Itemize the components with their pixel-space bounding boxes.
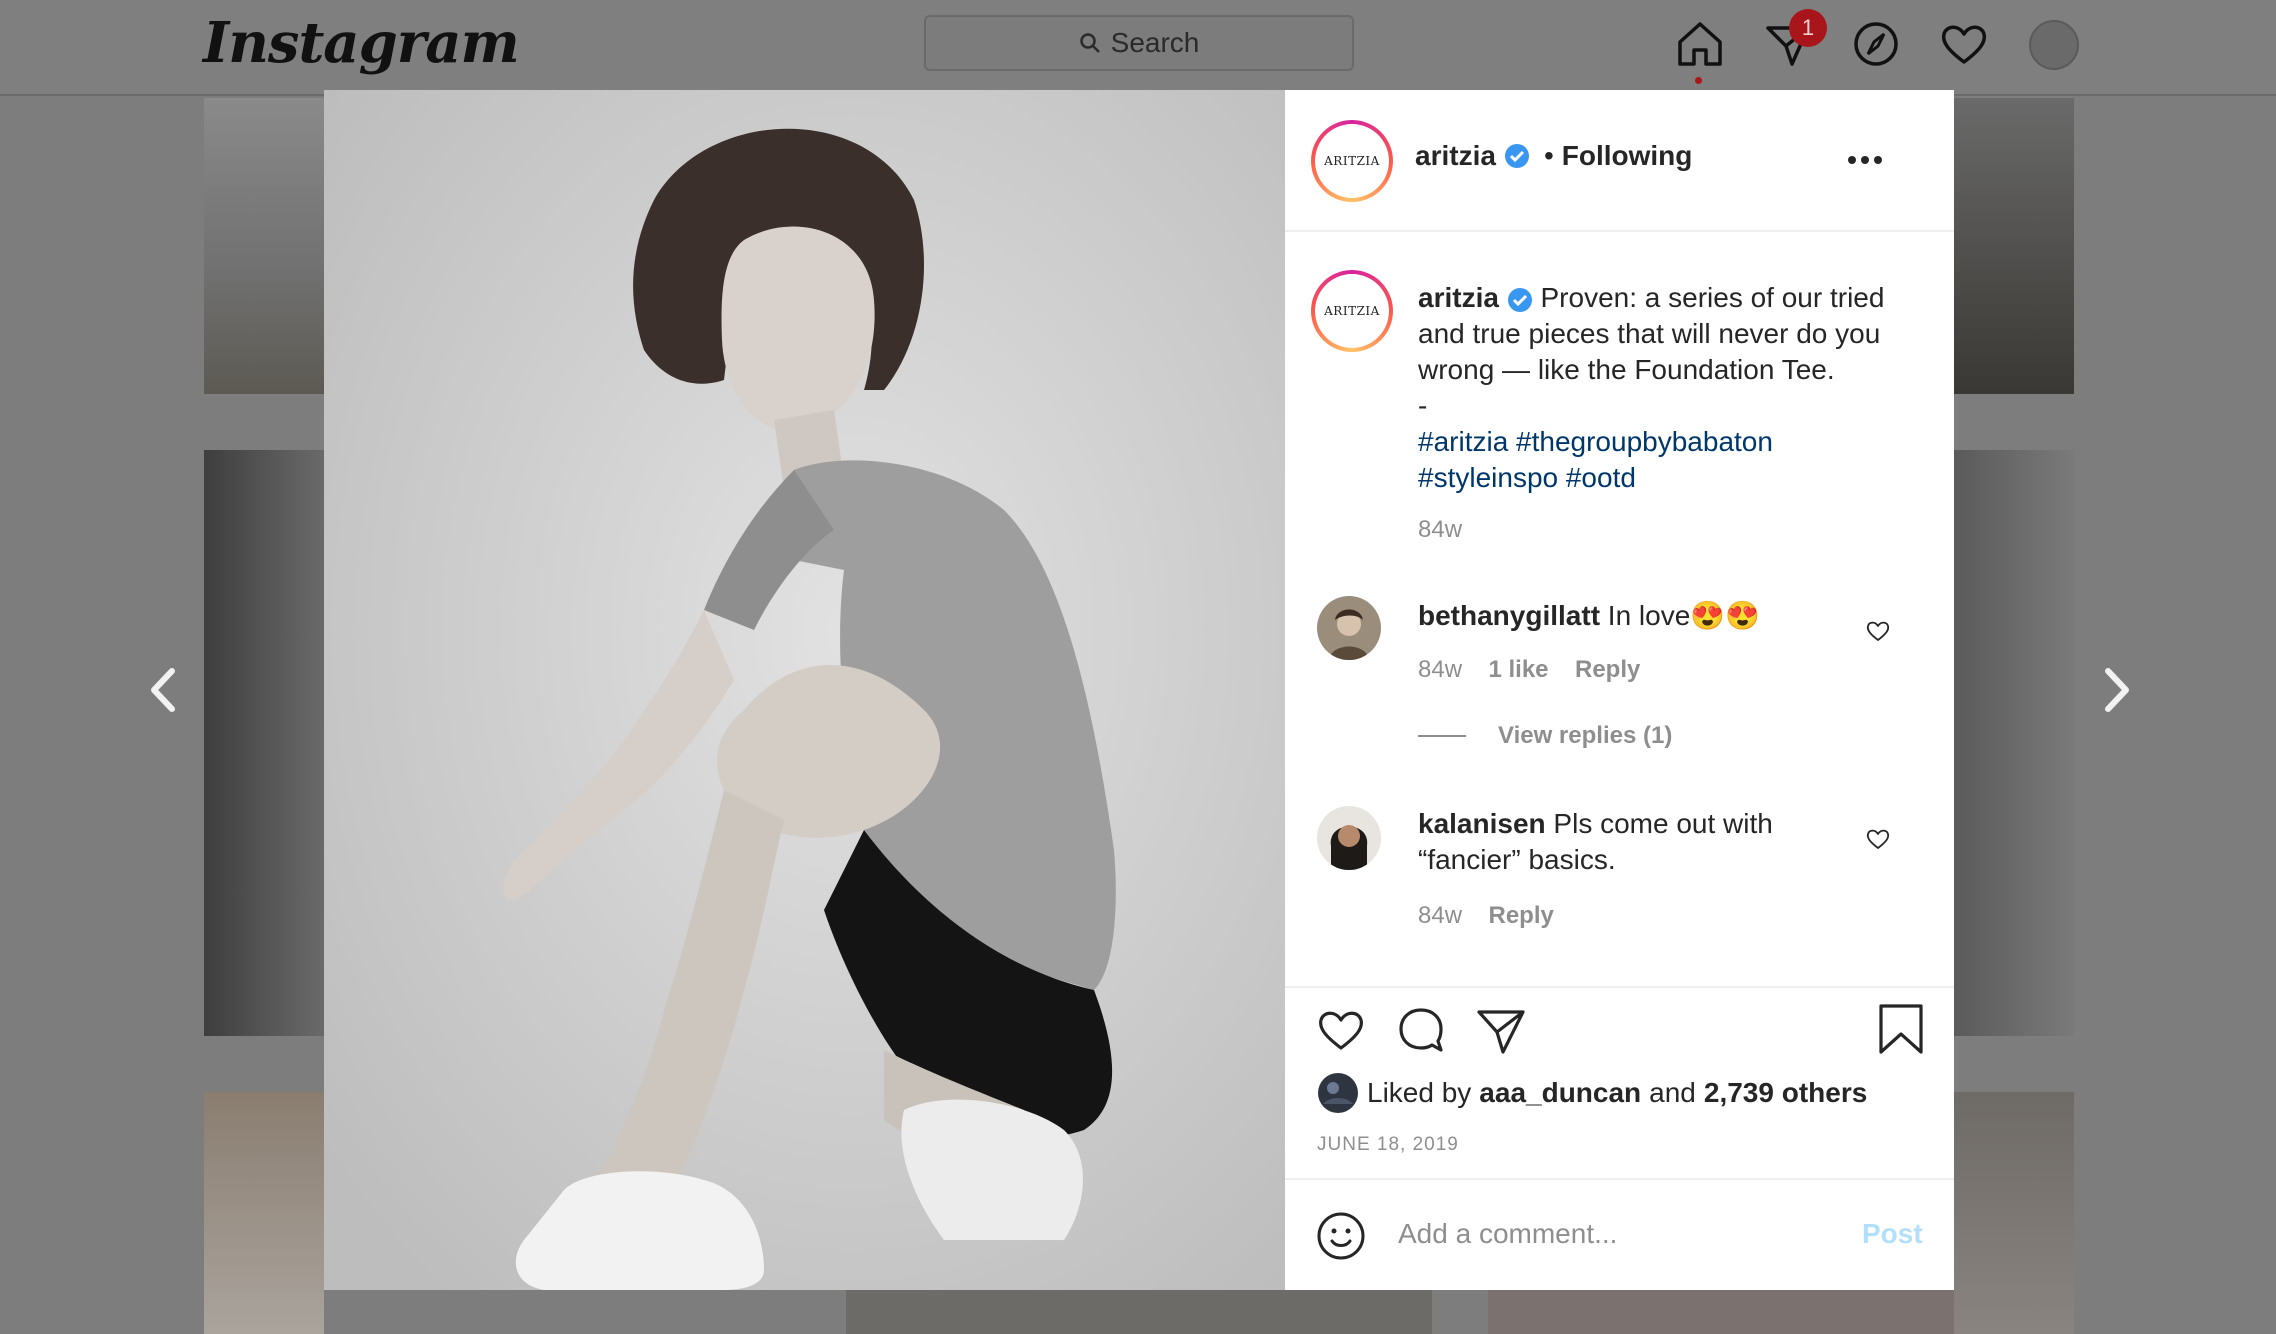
replies-line <box>1418 735 1466 737</box>
caption-text: Proven: a series of our tried <box>1540 282 1885 313</box>
caption-timestamp[interactable]: 84w <box>1418 516 1918 544</box>
search-placeholder: Search <box>1110 27 1200 58</box>
instagram-logo[interactable]: Instagram <box>203 10 520 76</box>
background-grid-tile[interactable] <box>1954 98 2074 394</box>
comment-text: In love😍😍 <box>1607 600 1761 631</box>
caption-avatar[interactable]: ARITZIA <box>1311 270 1393 352</box>
model-photo-illustration <box>324 90 1285 1290</box>
header-username[interactable]: aritzia <box>1415 140 1496 172</box>
background-grid-tile[interactable] <box>846 1290 1432 1334</box>
previous-arrow-icon[interactable] <box>140 665 190 715</box>
caption-text: wrong — like the Foundation Tee. <box>1418 354 1835 385</box>
liked-by-prefix: Liked by <box>1367 1077 1472 1108</box>
avatar-photo <box>1317 806 1381 870</box>
caption-text: - <box>1418 390 1428 421</box>
comment-timestamp[interactable]: 84w <box>1418 902 1462 929</box>
share-paper-plane-icon[interactable] <box>1475 1004 1527 1056</box>
comment-username[interactable]: bethanygillatt <box>1418 600 1600 631</box>
liked-by-others[interactable]: 2,739 others <box>1704 1077 1867 1109</box>
background-grid-tile[interactable] <box>204 1092 324 1334</box>
background-grid-tile[interactable] <box>1954 450 2074 1036</box>
separator-dot: • <box>1543 140 1554 171</box>
add-comment-bar: Add a comment... Post <box>1285 1178 1954 1290</box>
explore-icon[interactable] <box>1850 18 1902 70</box>
comment-username[interactable]: kalanisen <box>1418 808 1546 839</box>
comment-likes[interactable]: 1 like <box>1488 656 1548 683</box>
header-account-row: aritzia • Following <box>1415 140 1692 172</box>
comment-text: Pls come out with <box>1553 808 1773 839</box>
caption-text: and true pieces that will never do you <box>1418 318 1881 349</box>
account-avatar[interactable]: ARITZIA <box>1311 120 1393 202</box>
more-options-icon[interactable] <box>1847 150 1883 170</box>
post-comment-button[interactable]: Post <box>1862 1218 1923 1250</box>
commenter-avatar[interactable] <box>1317 596 1381 660</box>
active-indicator <box>1695 77 1702 84</box>
background-grid-tile[interactable] <box>204 450 324 1036</box>
comment: kalanisen Pls come out with “fancier” ba… <box>1418 806 1888 930</box>
comment-like-heart-icon[interactable] <box>1865 826 1891 852</box>
post-header: ARITZIA aritzia • Following <box>1285 90 1954 232</box>
post-date[interactable]: JUNE 18, 2019 <box>1317 1134 1459 1156</box>
emoji-smiley-icon[interactable] <box>1315 1210 1367 1262</box>
search-box[interactable]: Search <box>924 15 1354 71</box>
follow-status[interactable]: Following <box>1562 140 1693 172</box>
profile-avatar[interactable] <box>2029 20 2079 70</box>
verified-badge-icon <box>1504 144 1529 168</box>
view-replies-button[interactable]: View replies (1) <box>1498 722 1672 750</box>
background-grid-tile[interactable] <box>1488 1290 1954 1334</box>
liked-by-and: and <box>1649 1077 1696 1108</box>
comment-text: “fancier” basics. <box>1418 844 1616 875</box>
post-modal: ARITZIA aritzia • Following ARITZIA arit… <box>324 90 1954 1290</box>
comment-like-heart-icon[interactable] <box>1865 618 1891 644</box>
search-icon <box>1079 33 1100 53</box>
avatar-photo <box>1317 596 1381 660</box>
like-heart-icon[interactable] <box>1315 1004 1367 1056</box>
next-arrow-icon[interactable] <box>2090 665 2140 715</box>
comment: bethanygillatt In love😍😍 84w 1 like Repl… <box>1418 598 1888 750</box>
home-icon[interactable] <box>1674 18 1726 70</box>
post-side-panel: ARITZIA aritzia • Following ARITZIA arit… <box>1285 90 1954 1290</box>
comment-input[interactable]: Add a comment... <box>1398 1218 1617 1250</box>
post-photo[interactable] <box>324 90 1285 1290</box>
caption-line: aritzia Proven: a series of our tried <box>1418 280 1918 316</box>
post-actions: Liked by aaa_duncan and 2,739 others JUN… <box>1285 986 1954 1155</box>
liker-avatar[interactable] <box>1317 1072 1359 1114</box>
account-logo-text: ARITZIA <box>1324 154 1380 168</box>
background-grid-tile[interactable] <box>204 98 324 394</box>
caption-username[interactable]: aritzia <box>1418 282 1499 313</box>
comment-timestamp[interactable]: 84w <box>1418 656 1462 683</box>
notification-badge: 1 <box>1789 9 1827 47</box>
reply-button[interactable]: Reply <box>1488 902 1553 929</box>
activity-heart-icon[interactable] <box>1938 18 1990 70</box>
top-navigation: Instagram Search 1 <box>0 0 2276 96</box>
save-bookmark-icon[interactable] <box>1877 1002 1925 1056</box>
caption: aritzia Proven: a series of our tried an… <box>1418 280 1918 544</box>
likes-summary: Liked by aaa_duncan and 2,739 others <box>1317 1072 1867 1114</box>
caption-hashtags[interactable]: #aritzia #thegroupbybabaton <box>1418 424 1918 460</box>
commenter-avatar[interactable] <box>1317 806 1381 870</box>
liked-by-user[interactable]: aaa_duncan <box>1479 1077 1641 1109</box>
caption-hashtags[interactable]: #styleinspo #ootd <box>1418 460 1918 496</box>
caption-logo-text: ARITZIA <box>1324 304 1380 318</box>
comment-bubble-icon[interactable] <box>1395 1004 1447 1056</box>
verified-badge-icon <box>1507 287 1532 312</box>
reply-button[interactable]: Reply <box>1575 656 1640 683</box>
background-grid-tile[interactable] <box>1954 1092 2074 1334</box>
